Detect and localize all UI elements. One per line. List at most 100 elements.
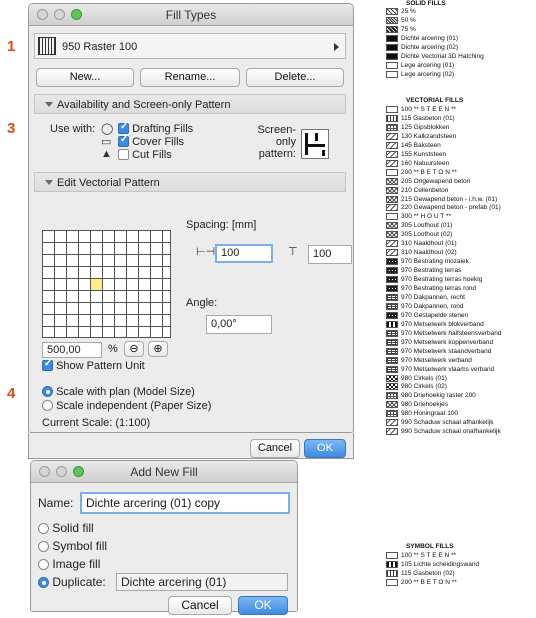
scale-model-option[interactable]: Scale with plan (Model Size) (42, 386, 195, 398)
fill-list-item[interactable]: 210 Cellenbeton (386, 186, 448, 195)
fill-list-item[interactable]: 215 Gewapend beton - i.h.w. (01) (386, 195, 497, 204)
fill-list-item[interactable]: 990 Schaduw schaal afhankelijk (386, 419, 494, 427)
fill-list-item[interactable]: Lege arcering (01) (386, 61, 454, 70)
availability-section-header[interactable]: Availability and Screen-only Pattern (34, 94, 346, 114)
duplicate-source-field[interactable]: Dichte arcering (01) (116, 573, 288, 591)
fill-list-item[interactable]: 980 Driehoekjes (386, 401, 448, 409)
dialog-cancel-button[interactable]: Cancel (168, 596, 232, 615)
fill-list-item[interactable]: 125 Gipsblokken (386, 123, 449, 132)
fill-list-item[interactable]: 970 Metselwerk staandverband (386, 347, 491, 356)
fill-list-item[interactable]: 970 Metselwerk blokverband (386, 320, 484, 329)
fill-list-item[interactable]: 75 % (386, 25, 416, 34)
cover-fills-option[interactable]: Cover Fills (118, 134, 184, 148)
zoom-in-button[interactable]: ⊕ (148, 341, 168, 357)
fill-list-item[interactable]: 970 Bestrating terras rond (386, 285, 476, 293)
fill-name-input[interactable]: Dichte arcering (01) copy (80, 492, 290, 514)
fill-list-item[interactable]: Lege arcering (02) (386, 70, 454, 79)
fill-list-item[interactable]: 50 % (386, 16, 416, 25)
fill-list-item[interactable]: 205 Ongewapend beton (386, 177, 470, 186)
fill-list-item[interactable]: 310 Naaldhout (01) (386, 240, 457, 248)
fill-list-item[interactable]: 970 Bestrating terras hoekig (386, 276, 482, 284)
fill-list-item[interactable]: 970 Metselwerk vlaams verband (386, 365, 494, 374)
zoom-input[interactable]: 500,00 (42, 342, 102, 358)
drafting-fills-option[interactable]: Drafting Fills (118, 121, 193, 135)
vertical-spacing-input[interactable]: 100 (308, 245, 352, 264)
symbol-fill-radio[interactable] (38, 541, 49, 552)
vectorial-section-header[interactable]: Edit Vectorial Pattern (34, 172, 346, 192)
fill-list-item[interactable]: 980 Honingraat 100 (386, 410, 458, 418)
cut-fills-option[interactable]: Cut Fills (118, 149, 172, 161)
fill-pattern-swatch-icon (386, 392, 398, 400)
fill-list-item[interactable]: 310 Naaldhout (02) (386, 249, 457, 257)
cut-fills-checkbox[interactable] (118, 149, 129, 160)
show-pattern-unit-option[interactable]: Show Pattern Unit (42, 358, 145, 372)
fill-list-item[interactable]: Dichte arcering (02) (386, 43, 458, 52)
ok-button[interactable]: OK (304, 439, 346, 458)
show-pattern-unit-checkbox[interactable] (42, 358, 53, 371)
fill-list-item[interactable]: 970 Dakpannen, rond (386, 302, 464, 311)
fill-pattern-swatch-icon (386, 25, 398, 33)
fill-list-item[interactable]: 980 Cirkels (01) (386, 374, 447, 383)
fill-list-item-label: 990 Schaduw schaal afhankelijk (401, 419, 494, 427)
cancel-button[interactable]: Cancel (250, 439, 300, 458)
fill-list-item[interactable]: 970 Bestrating mozaiek (386, 258, 469, 266)
fill-list-item[interactable]: 145 Baksteen (386, 141, 441, 150)
new-button[interactable]: New... (36, 68, 134, 87)
fill-list-item[interactable]: 970 Metselwerk halfsteensverband (386, 329, 501, 338)
fill-list-item[interactable]: 970 Bestrating terras (386, 267, 461, 275)
add-fill-titlebar: Add New Fill (31, 461, 297, 483)
scale-paper-option[interactable]: Scale independent (Paper Size) (42, 400, 211, 412)
fill-list-item[interactable]: 305 Loofhout (01) (386, 222, 452, 230)
fill-pattern-swatch-icon (386, 311, 398, 319)
zoom-out-button[interactable]: ⊖ (124, 341, 144, 357)
delete-button[interactable]: Delete... (246, 68, 344, 87)
fill-list-item-label: 300 ** H O U T ** (401, 213, 451, 221)
fill-list-item[interactable]: 305 Loofhout (02) (386, 231, 452, 239)
fill-list-item[interactable]: 100 ** S T E E N ** (386, 106, 456, 114)
fill-list-item[interactable]: 100 ** S T E E N ** (386, 552, 456, 560)
scale-paper-radio[interactable] (42, 400, 53, 411)
drafting-fills-checkbox[interactable] (118, 121, 129, 134)
fill-list-item[interactable]: 970 Metselwerk verband (386, 356, 472, 365)
fill-list-item[interactable]: Dichte arcering (01) (386, 34, 458, 43)
fill-list-item[interactable]: 970 Gestapelde stenen (386, 311, 468, 320)
solid-fill-radio[interactable] (38, 523, 49, 534)
fill-list-item-label: 145 Baksteen (401, 141, 441, 149)
image-fill-radio[interactable] (38, 559, 49, 570)
fill-list-item[interactable]: 200 ** B E T O N ** (386, 578, 457, 587)
scale-model-radio[interactable] (42, 386, 53, 397)
fill-list-item[interactable]: 160 Natuursteen (386, 159, 449, 168)
fill-list-item[interactable]: 155 Kunststeen (386, 150, 446, 159)
fill-list-item[interactable]: 105 Lichte scheidingswand (386, 561, 479, 569)
solid-fill-label: Solid fill (52, 521, 94, 535)
fill-list-item[interactable]: 970 Dakpannen, recht (386, 293, 465, 302)
fill-list-item[interactable]: 115 Gasbeton (02) (386, 569, 455, 578)
solid-fill-option[interactable]: Solid fill (38, 521, 94, 535)
fill-pattern-swatch-icon (386, 267, 398, 275)
fill-list-item[interactable]: 220 Gewapend beton - prefab (01) (386, 204, 501, 212)
fill-type-selector[interactable]: 950 Raster 100 (34, 33, 346, 59)
fill-list-item[interactable]: 130 Kalkzandsteen (386, 132, 456, 141)
fill-list-item[interactable]: 980 Driehoekig raster 200 (386, 392, 476, 400)
fill-list-item[interactable]: 990 Schaduw schaal onafhankelijk (386, 428, 501, 436)
duplicate-radio[interactable] (38, 577, 49, 588)
screen-only-pattern-editor[interactable] (301, 129, 329, 159)
fill-list-item[interactable]: 970 Metselwerk koppenverband (386, 338, 493, 347)
horizontal-spacing-input[interactable]: 100 (215, 244, 273, 263)
fill-list-item[interactable]: 25 % (386, 8, 416, 16)
fill-list-item[interactable]: 200 ** B E T O N ** (386, 168, 457, 177)
fill-pattern-swatch-icon (386, 204, 398, 212)
image-fill-option[interactable]: Image fill (38, 557, 100, 571)
fill-pattern-swatch-icon (386, 356, 398, 364)
pattern-edit-grid[interactable] (42, 230, 171, 338)
fill-list-item[interactable]: 115 Gasbeton (01) (386, 115, 455, 123)
fill-list-item[interactable]: Dichte Vectorial 3D Hatching (386, 52, 484, 61)
angle-input[interactable]: 0,00° (206, 315, 272, 334)
dialog-ok-button[interactable]: OK (238, 596, 288, 615)
symbol-fill-option[interactable]: Symbol fill (38, 539, 107, 553)
rename-button[interactable]: Rename... (140, 68, 240, 87)
fill-list-item[interactable]: 980 Cirkels (02) (386, 383, 447, 391)
duplicate-option[interactable]: Duplicate: (38, 575, 106, 589)
fill-list-item[interactable]: 300 ** H O U T ** (386, 213, 451, 221)
cover-fills-checkbox[interactable] (118, 134, 129, 147)
